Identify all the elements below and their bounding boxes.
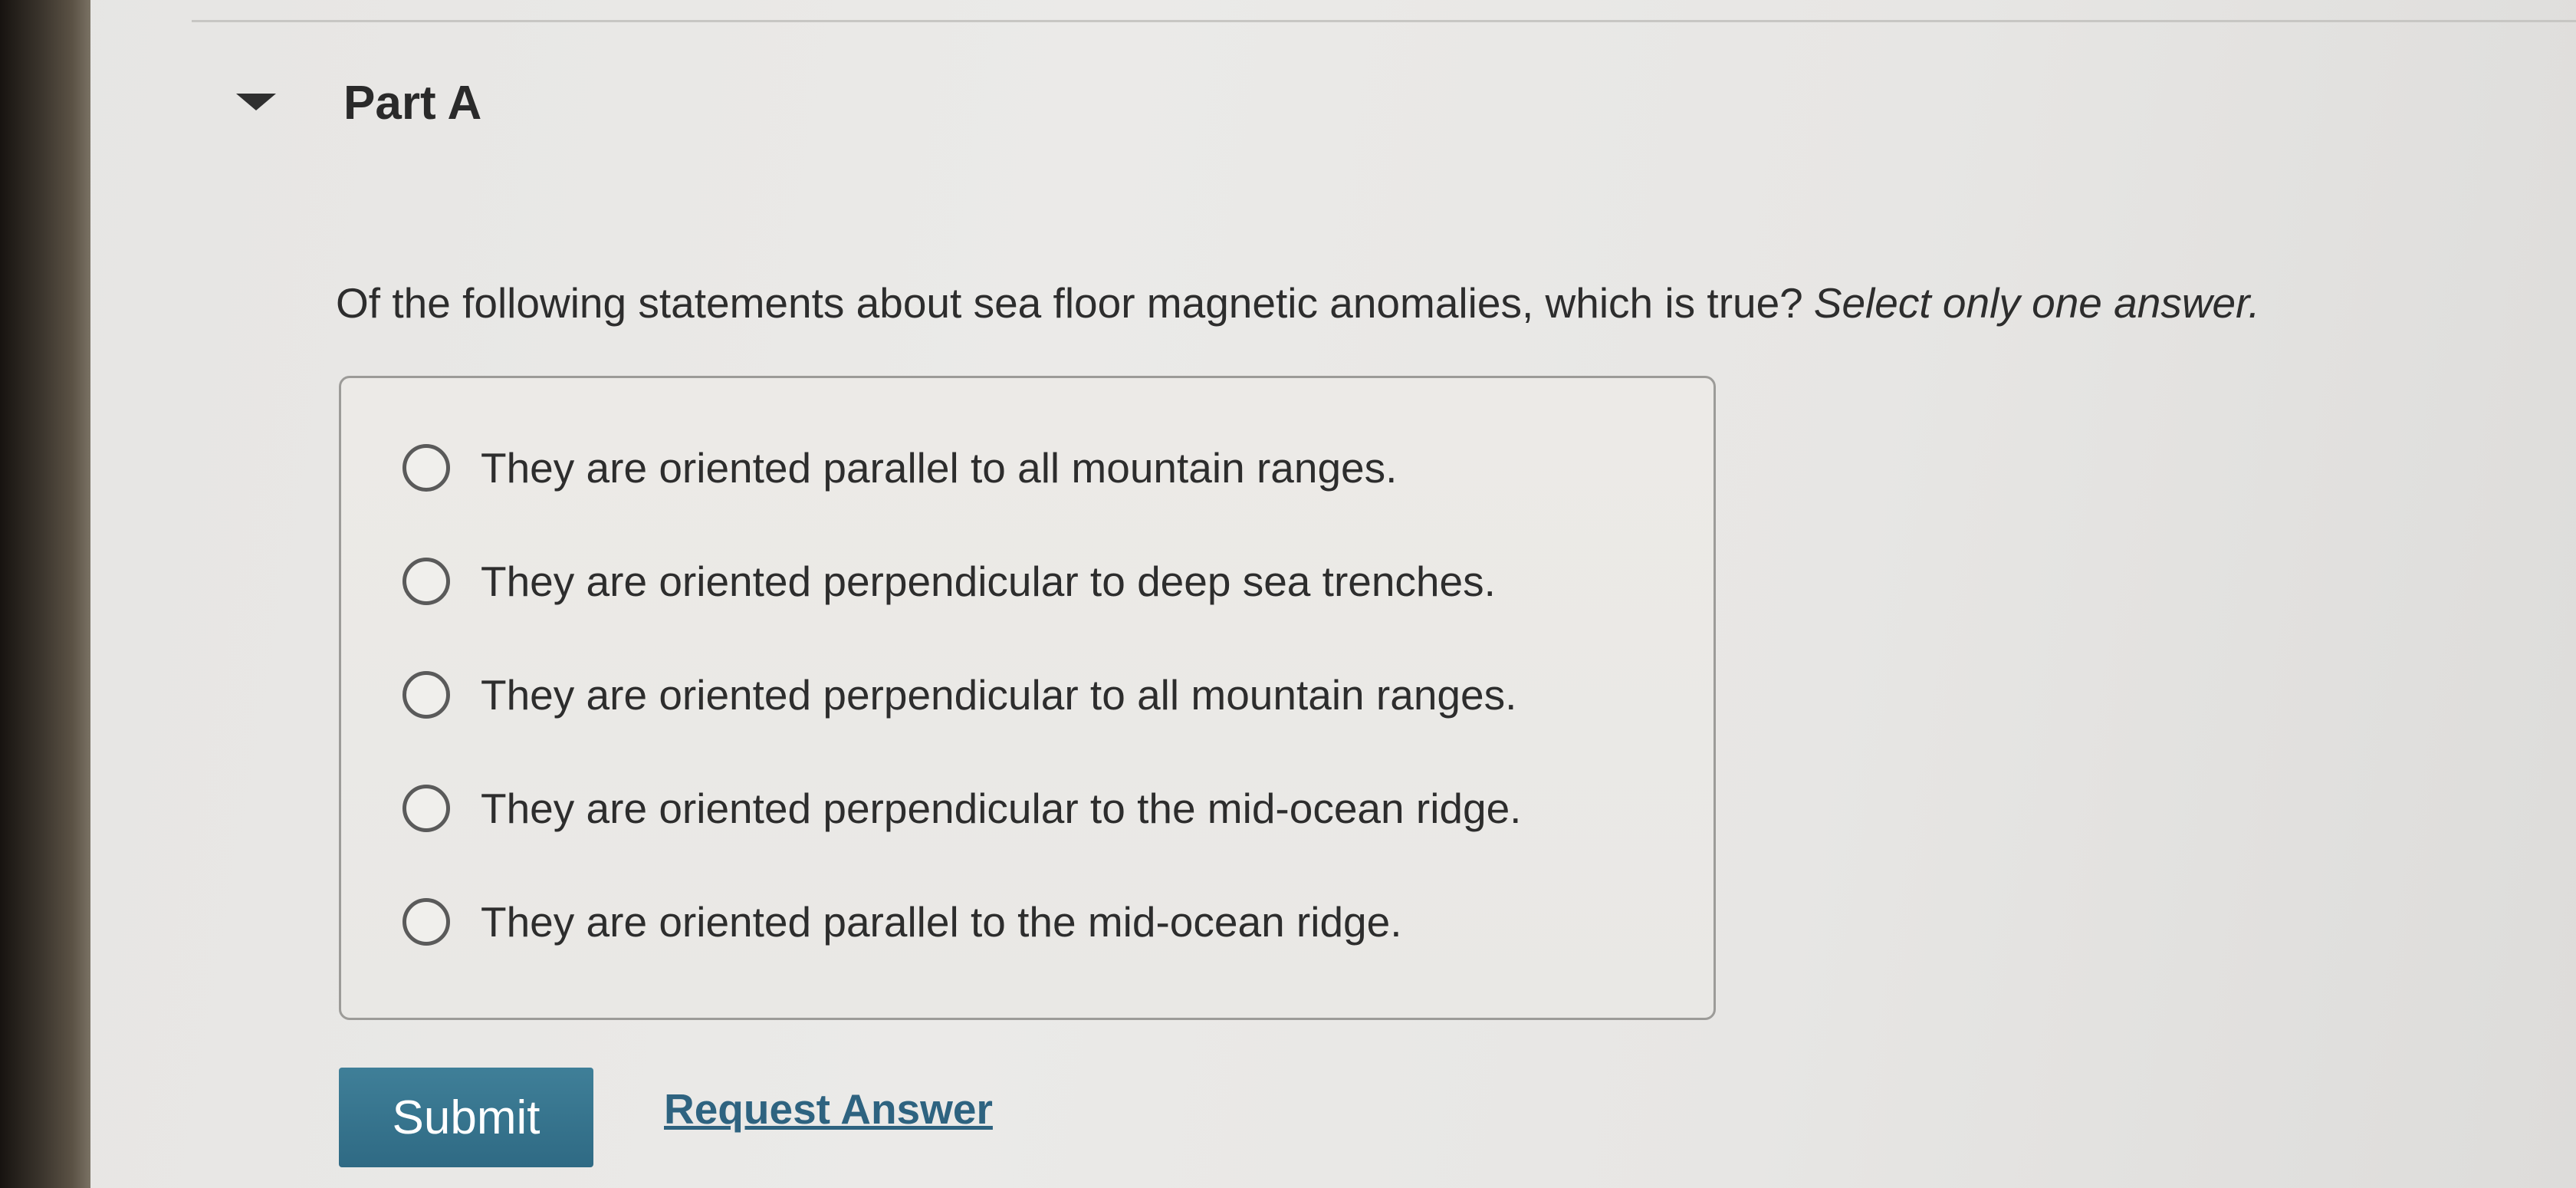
radio-button[interactable] — [402, 558, 450, 605]
answer-option-3[interactable]: They are oriented perpendicular to all m… — [402, 660, 1516, 729]
part-title: Part A — [343, 77, 482, 130]
answer-option-1[interactable]: They are oriented parallel to all mounta… — [402, 433, 1397, 502]
answer-option-label: They are oriented parallel to all mounta… — [481, 444, 1398, 492]
screen-bezel — [0, 0, 90, 1188]
question-instruction: Select only one answer. — [1813, 279, 2260, 327]
answer-option-4[interactable]: They are oriented perpendicular to the m… — [402, 774, 1521, 843]
answer-option-label: They are oriented perpendicular to all m… — [481, 671, 1517, 719]
radio-button[interactable] — [402, 785, 450, 832]
answer-option-label: They are oriented perpendicular to deep … — [481, 558, 1496, 605]
radio-button[interactable] — [402, 898, 450, 946]
submit-button[interactable]: Submit — [339, 1068, 593, 1167]
answer-options-box: They are oriented parallel to all mounta… — [339, 376, 1716, 1020]
answer-option-2[interactable]: They are oriented perpendicular to deep … — [402, 547, 1496, 616]
question-prompt: Of the following statements about sea fl… — [336, 279, 1803, 327]
section-divider — [192, 20, 2576, 22]
radio-button[interactable] — [402, 444, 450, 492]
radio-button[interactable] — [402, 671, 450, 719]
answer-option-5[interactable]: They are oriented parallel to the mid-oc… — [402, 887, 1402, 956]
answer-option-label: They are oriented parallel to the mid-oc… — [481, 898, 1402, 946]
question-text: Of the following statements about sea fl… — [336, 278, 2260, 328]
request-answer-link[interactable]: Request Answer — [664, 1084, 993, 1134]
answer-option-label: They are oriented perpendicular to the m… — [481, 785, 1522, 832]
collapse-caret-icon[interactable] — [236, 94, 276, 110]
